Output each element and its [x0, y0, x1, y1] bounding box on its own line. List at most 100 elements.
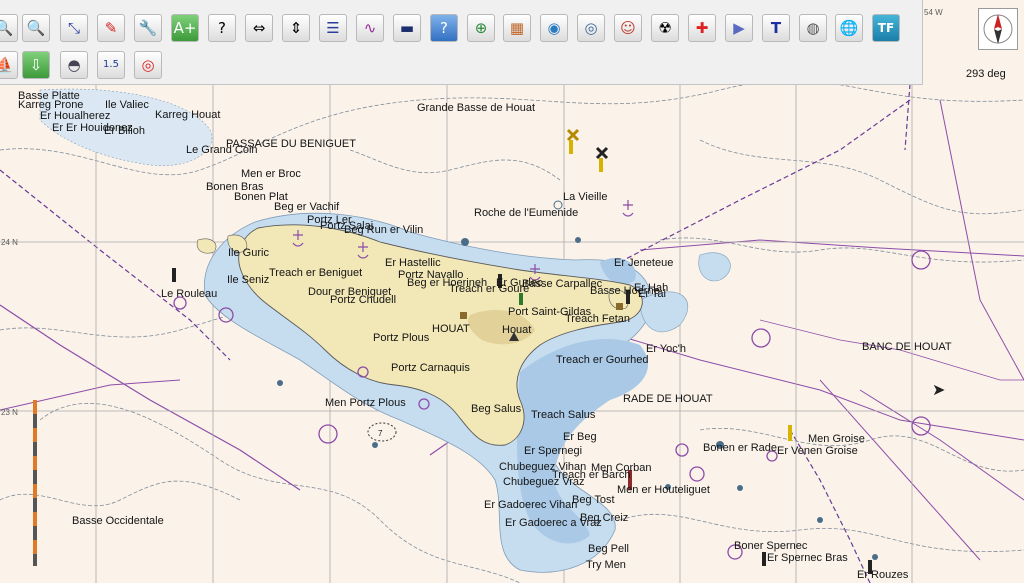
- man-overboard-button[interactable]: ☺: [614, 14, 642, 42]
- download-button[interactable]: ⇩: [22, 51, 50, 79]
- main-toolbar: 🔍 🔍 ⤡ ✎ 🔧 A+ ? ⇔ ⇕ ☰ ∿ ▬ ? ⊕ ▦ ◉ ◎ ☺ ☢ ✚…: [0, 0, 923, 85]
- zoom-in-button[interactable]: 🔍: [0, 14, 18, 42]
- label-beg-run: Beg Run er Vilin: [344, 224, 423, 236]
- label-men-er-houteliguet: Men er Houteliguet: [617, 484, 710, 496]
- add-waypoint-button[interactable]: A+: [171, 14, 199, 42]
- label-er-bilioh: Er Bilioh: [104, 125, 145, 137]
- chart-group-button[interactable]: ◎: [577, 14, 605, 42]
- download-icon: ⇩: [29, 55, 43, 74]
- lifebuoy-button[interactable]: ◎: [134, 51, 162, 79]
- label-portz-carnaquis: Portz Carnaquis: [391, 362, 470, 374]
- label-la-vieille: La Vieille: [563, 191, 607, 203]
- depth-button[interactable]: ▬: [393, 14, 421, 42]
- globe-button[interactable]: 🌐: [835, 14, 863, 42]
- track-manager-icon: ∿: [363, 18, 377, 37]
- label-houat: Houat: [502, 324, 531, 336]
- horizontal-stretch-button[interactable]: ⇔: [245, 14, 273, 42]
- weather-map-icon: ▦: [509, 18, 525, 37]
- tf-plugin-icon: TF: [877, 21, 895, 35]
- zoom-out-button[interactable]: 🔍: [22, 14, 50, 42]
- label-ile-valiec: Ile Valiec: [105, 99, 149, 111]
- radar-icon: ◍: [806, 18, 820, 37]
- dashboard-icon: ▶: [733, 18, 745, 37]
- scale-button[interactable]: 1.5: [97, 51, 125, 79]
- alert-icon: ✚: [695, 18, 709, 37]
- zoom-out-icon: 🔍: [26, 18, 46, 37]
- label-le-grand-coin: Le Grand Coin: [186, 144, 258, 156]
- label-er-jeneteue: Er Jeneteue: [614, 257, 673, 269]
- label-er-beg: Er Beg: [563, 431, 597, 443]
- label-er-gadoerec-vraz: Er Gadoerec a Vraz: [505, 517, 602, 529]
- label-men-er-broc: Men er Broc: [241, 168, 301, 180]
- heading-readout: 293 deg: [966, 68, 1006, 80]
- label-roche-eumenide: Roche de l'Eumenide: [474, 207, 578, 219]
- label-er-hastellic: Er Hastellic: [385, 257, 441, 269]
- grib-button[interactable]: ◓: [60, 51, 88, 79]
- label-basse-occidentale: Basse Occidentale: [72, 515, 164, 527]
- grib-icon: ◓: [67, 55, 81, 74]
- vertical-stretch-icon: ⇕: [289, 18, 303, 37]
- query-button[interactable]: ?: [208, 14, 236, 42]
- label-treach-salus: Treach Salus: [531, 409, 596, 421]
- label-er-rouzes: Er Rouzes: [857, 569, 909, 581]
- label-er-tal: Er Tal: [638, 288, 666, 300]
- man-overboard-icon: ☺: [620, 18, 636, 37]
- route-manager-icon: ☰: [326, 18, 340, 37]
- label-er-yoch: Er Yoc'h: [646, 343, 686, 355]
- scale-bar: [33, 400, 37, 566]
- query-icon: ?: [218, 18, 226, 37]
- wrench-icon: 🔧: [138, 18, 158, 37]
- settings-button[interactable]: 🔧: [134, 14, 162, 42]
- label-treach-er-gourhed: Treach er Gourhed: [556, 354, 649, 366]
- layers-icon: ◉: [547, 18, 561, 37]
- label-men-groise: Men Groise: [808, 433, 865, 445]
- track-button[interactable]: ✎: [97, 14, 125, 42]
- label-beg-salus: Beg Salus: [471, 403, 522, 415]
- label-er-houalherez: Er Houalherez: [40, 110, 110, 122]
- label-treach-beniguet: Treach er Beniguet: [269, 267, 362, 279]
- target-icon: ⊕: [474, 18, 488, 37]
- route-manager-button[interactable]: ☰: [319, 14, 347, 42]
- boat-button[interactable]: ⛵: [0, 51, 18, 79]
- route-button[interactable]: ⤡: [60, 14, 88, 42]
- label-le-rouleau: Le Rouleau: [161, 288, 217, 300]
- label-chubeguez-vraz: Chubeguez Vraz: [503, 476, 585, 488]
- track-manager-button[interactable]: ∿: [356, 14, 384, 42]
- layers-button[interactable]: ◉: [540, 14, 568, 42]
- route-icon: ⤡: [67, 18, 80, 37]
- label-sounding-7: 7: [378, 429, 383, 438]
- alert-button[interactable]: ✚: [688, 14, 716, 42]
- radar-button[interactable]: ◍: [799, 14, 827, 42]
- label-men-portz-plous: Men Portz Plous: [325, 397, 406, 409]
- label-ile-guric: Ile Guric: [228, 247, 269, 259]
- label-karreg-houat: Karreg Houat: [155, 109, 220, 121]
- target-button[interactable]: ⊕: [467, 14, 495, 42]
- horizontal-stretch-icon: ⇔: [252, 18, 266, 37]
- zoom-in-icon: 🔍: [0, 18, 14, 37]
- lifebuoy-icon: ◎: [141, 55, 155, 74]
- label-beg-tost: Beg Tost: [572, 494, 615, 506]
- nautical-chart[interactable]: Basse Platte Karreg Prone Ile Valiec Er …: [0, 0, 1024, 583]
- help-icon: ?: [440, 18, 448, 37]
- tf-plugin-button[interactable]: TF: [872, 14, 900, 42]
- weather-map-button[interactable]: ▦: [503, 14, 531, 42]
- text-tool-icon: T: [770, 18, 782, 37]
- help-button[interactable]: ?: [430, 14, 458, 42]
- dashboard-button[interactable]: ▶: [725, 14, 753, 42]
- label-treach-fetan: Treach Fetan: [565, 313, 630, 325]
- label-beg-pell: Beg Pell: [588, 543, 629, 555]
- label-portz-plous: Portz Plous: [373, 332, 430, 344]
- vertical-stretch-button[interactable]: ⇕: [282, 14, 310, 42]
- scale-badge-icon: 1.5: [103, 59, 119, 70]
- text-tool-button[interactable]: T: [762, 14, 790, 42]
- longitude-label: 54 W: [924, 8, 943, 17]
- compass-rose[interactable]: [978, 8, 1018, 50]
- ais-button[interactable]: ☢: [651, 14, 679, 42]
- globe-icon: 🌐: [839, 18, 859, 37]
- ais-antenna-icon: ☢: [658, 18, 672, 37]
- label-rade-de-houat: RADE DE HOUAT: [623, 393, 713, 405]
- latitude-label-24: 24 N: [1, 238, 18, 247]
- label-try-men: Try Men: [586, 559, 626, 571]
- label-bonen-er-rade: Bonen er Rade: [703, 442, 777, 454]
- label-er-gadoerec-vihan: Er Gadoerec Vihan: [484, 499, 577, 511]
